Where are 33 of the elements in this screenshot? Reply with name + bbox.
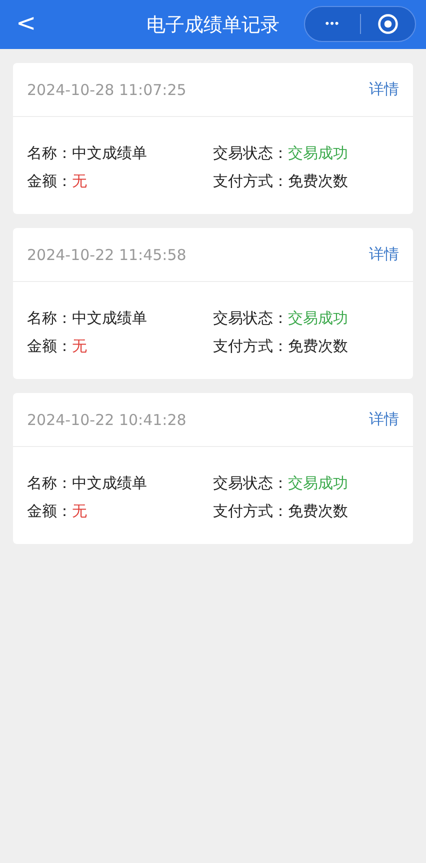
field-value: 无 <box>72 171 87 191</box>
record-time: 2024-10-28 11:07:25 <box>27 80 186 98</box>
field-value: 交易成功 <box>288 473 348 493</box>
record-time: 2024-10-22 10:41:28 <box>27 410 186 428</box>
field-value: 交易成功 <box>288 308 348 328</box>
field-value: 交易成功 <box>288 143 348 163</box>
detail-link[interactable]: 详情 <box>369 245 399 264</box>
field-label: 金额： <box>27 171 72 191</box>
field-label: 支付方式： <box>213 501 288 521</box>
field-label: 支付方式： <box>213 171 288 191</box>
field-label: 支付方式： <box>213 336 288 356</box>
field-value: 中文成绩单 <box>72 143 147 163</box>
field-label: 名称： <box>27 143 72 163</box>
field-value: 中文成绩单 <box>72 473 147 493</box>
field-value: 免费次数 <box>288 501 348 521</box>
detail-link[interactable]: 详情 <box>369 410 399 429</box>
field-label: 名称： <box>27 473 72 493</box>
field-value: 中文成绩单 <box>72 308 147 328</box>
field-value: 免费次数 <box>288 171 348 191</box>
back-button[interactable]: < <box>0 8 36 40</box>
field-label: 交易状态： <box>213 473 288 493</box>
field-label: 金额： <box>27 336 72 356</box>
field-label: 交易状态： <box>213 308 288 328</box>
field-value: 无 <box>72 336 87 356</box>
field-label: 交易状态： <box>213 143 288 163</box>
detail-link[interactable]: 详情 <box>369 80 399 99</box>
field-label: 名称： <box>27 308 72 328</box>
field-label: 金额： <box>27 501 72 521</box>
more-button[interactable]: ••• <box>305 18 360 30</box>
page-title: 电子成绩单记录 <box>146 12 280 38</box>
field-value: 免费次数 <box>288 336 348 356</box>
record-time: 2024-10-22 11:45:58 <box>27 246 186 264</box>
field-value: 无 <box>72 501 87 521</box>
